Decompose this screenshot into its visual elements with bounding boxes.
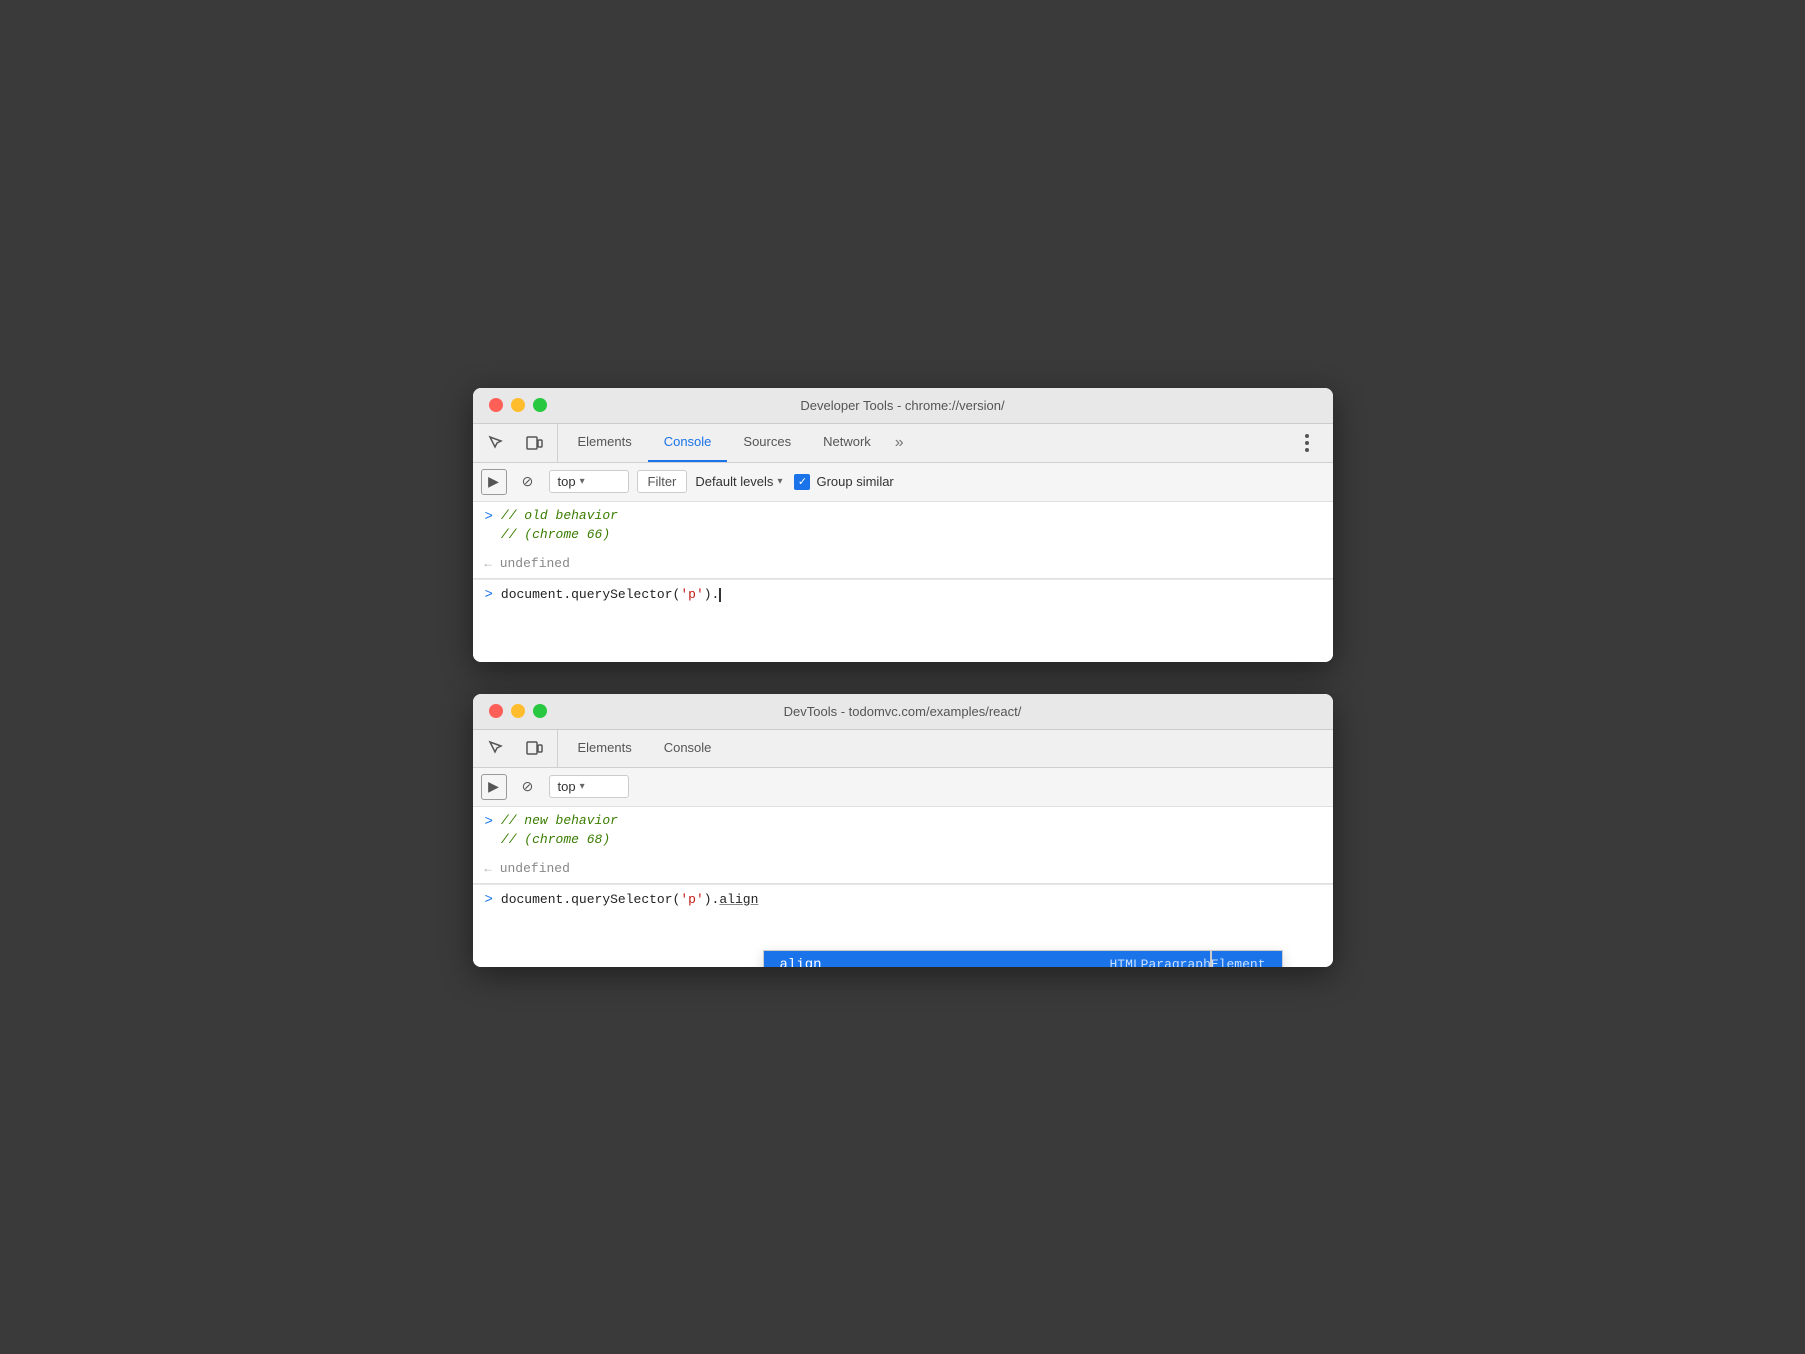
console-content-2: > // new behavior // (chrome 68) ← undef… bbox=[473, 807, 1333, 967]
tab-console-2[interactable]: Console bbox=[648, 730, 728, 767]
levels-selector-1[interactable]: Default levels ▾ bbox=[695, 474, 782, 489]
menu-dot bbox=[1305, 434, 1309, 438]
ac-item-name-align: align bbox=[780, 957, 1110, 967]
context-dropdown-arrow-2: ▾ bbox=[580, 781, 585, 792]
window-controls-2 bbox=[489, 704, 547, 718]
window-title-2: DevTools - todomvc.com/examples/react/ bbox=[489, 704, 1317, 719]
menu-dot bbox=[1305, 441, 1309, 445]
devtools-menu-button-1[interactable] bbox=[1293, 429, 1321, 457]
autocomplete-dropdown: align HTMLParagraphElement constructor a… bbox=[763, 950, 1283, 967]
console-line-return-2: ← undefined bbox=[473, 855, 1333, 884]
close-button-2[interactable] bbox=[489, 704, 503, 718]
console-toolbar-2: ▶ ⊘ top ▾ bbox=[473, 768, 1333, 807]
minimize-button-2[interactable] bbox=[511, 704, 525, 718]
console-content-1: > // old behavior // (chrome 66) ← undef… bbox=[473, 502, 1333, 662]
autocomplete-item-align[interactable]: align HTMLParagraphElement bbox=[764, 951, 1282, 967]
tab-more-1[interactable]: » bbox=[887, 424, 912, 462]
console-line-comment-2: > // new behavior // (chrome 68) bbox=[473, 807, 1333, 855]
console-return-prompt: ← bbox=[485, 555, 492, 573]
context-dropdown-arrow: ▾ bbox=[580, 476, 585, 487]
tab-bar-2: Elements Console bbox=[473, 730, 1333, 768]
execute-script-button-1[interactable]: ▶ bbox=[481, 469, 507, 495]
console-comment-line2: // (chrome 66) bbox=[501, 525, 618, 545]
console-line-return-1: ← undefined bbox=[473, 550, 1333, 579]
console-return-prompt-2: ← bbox=[485, 860, 492, 878]
close-button-1[interactable] bbox=[489, 398, 503, 412]
autocomplete-divider bbox=[1210, 951, 1212, 967]
console-input-text-2: document.querySelector('p').align bbox=[501, 892, 758, 907]
group-similar-checkbox-1[interactable]: ✓ bbox=[794, 474, 810, 490]
maximize-button-2[interactable] bbox=[533, 704, 547, 718]
inspector-icon[interactable] bbox=[481, 428, 511, 458]
console-line-comment-1: > // old behavior // (chrome 66) bbox=[473, 502, 1333, 550]
console-comment-new-line1: // new behavior bbox=[501, 811, 618, 831]
group-similar-label-1: Group similar bbox=[816, 474, 893, 489]
window-controls-1 bbox=[489, 398, 547, 412]
console-prompt-input-2: > bbox=[485, 812, 493, 833]
title-bar-2: DevTools - todomvc.com/examples/react/ bbox=[473, 694, 1333, 730]
console-input-area-1[interactable]: > document.querySelector('p'). bbox=[473, 579, 1333, 609]
tab-bar-1: Elements Console Sources Network » bbox=[473, 424, 1333, 463]
device-icon[interactable] bbox=[519, 428, 549, 458]
tab-bar-right-1 bbox=[1289, 424, 1325, 462]
tab-elements-1[interactable]: Elements bbox=[562, 424, 648, 462]
devtools-icons-1 bbox=[481, 424, 558, 462]
levels-dropdown-arrow: ▾ bbox=[777, 476, 782, 487]
tab-console-1[interactable]: Console bbox=[648, 424, 728, 462]
tab-network-1[interactable]: Network bbox=[807, 424, 887, 462]
window-title-1: Developer Tools - chrome://version/ bbox=[489, 398, 1317, 413]
group-similar-wrap-1: ✓ Group similar bbox=[794, 474, 893, 490]
tab-sources-1[interactable]: Sources bbox=[727, 424, 807, 462]
execute-script-button-2[interactable]: ▶ bbox=[481, 774, 507, 800]
device-icon-2[interactable] bbox=[519, 733, 549, 763]
console-comment-new-line2: // (chrome 68) bbox=[501, 830, 618, 850]
title-bar-1: Developer Tools - chrome://version/ bbox=[473, 388, 1333, 424]
minimize-button-1[interactable] bbox=[511, 398, 525, 412]
console-return-value-1: undefined bbox=[500, 554, 570, 574]
tab-elements-2[interactable]: Elements bbox=[562, 730, 648, 767]
filter-button-1[interactable]: Filter bbox=[637, 470, 688, 493]
context-selector-1[interactable]: top ▾ bbox=[549, 470, 629, 493]
devtools-window-2: DevTools - todomvc.com/examples/react/ E… bbox=[473, 694, 1333, 967]
clear-console-button-2[interactable]: ⊘ bbox=[515, 774, 541, 800]
clear-console-button-1[interactable]: ⊘ bbox=[515, 469, 541, 495]
console-prompt-input: > bbox=[485, 507, 493, 528]
maximize-button-1[interactable] bbox=[533, 398, 547, 412]
devtools-window-1: Developer Tools - chrome://version/ Elem… bbox=[473, 388, 1333, 662]
devtools-icons-2 bbox=[481, 730, 558, 767]
console-cursor-1 bbox=[719, 588, 721, 602]
console-input-area-2[interactable]: > document.querySelector('p').align bbox=[473, 884, 1333, 914]
console-input-prompt-1: > bbox=[485, 587, 493, 603]
console-input-prompt-2: > bbox=[485, 892, 493, 908]
console-toolbar-1: ▶ ⊘ top ▾ Filter Default levels ▾ ✓ Grou… bbox=[473, 463, 1333, 502]
ac-item-type-align: HTMLParagraphElement bbox=[1109, 957, 1265, 967]
console-comment-line1: // old behavior bbox=[501, 506, 618, 526]
console-input-text-1: document.querySelector('p'). bbox=[501, 587, 719, 602]
console-return-value-2: undefined bbox=[500, 859, 570, 879]
inspector-icon-2[interactable] bbox=[481, 733, 511, 763]
context-selector-2[interactable]: top ▾ bbox=[549, 775, 629, 798]
menu-dot bbox=[1305, 448, 1309, 452]
